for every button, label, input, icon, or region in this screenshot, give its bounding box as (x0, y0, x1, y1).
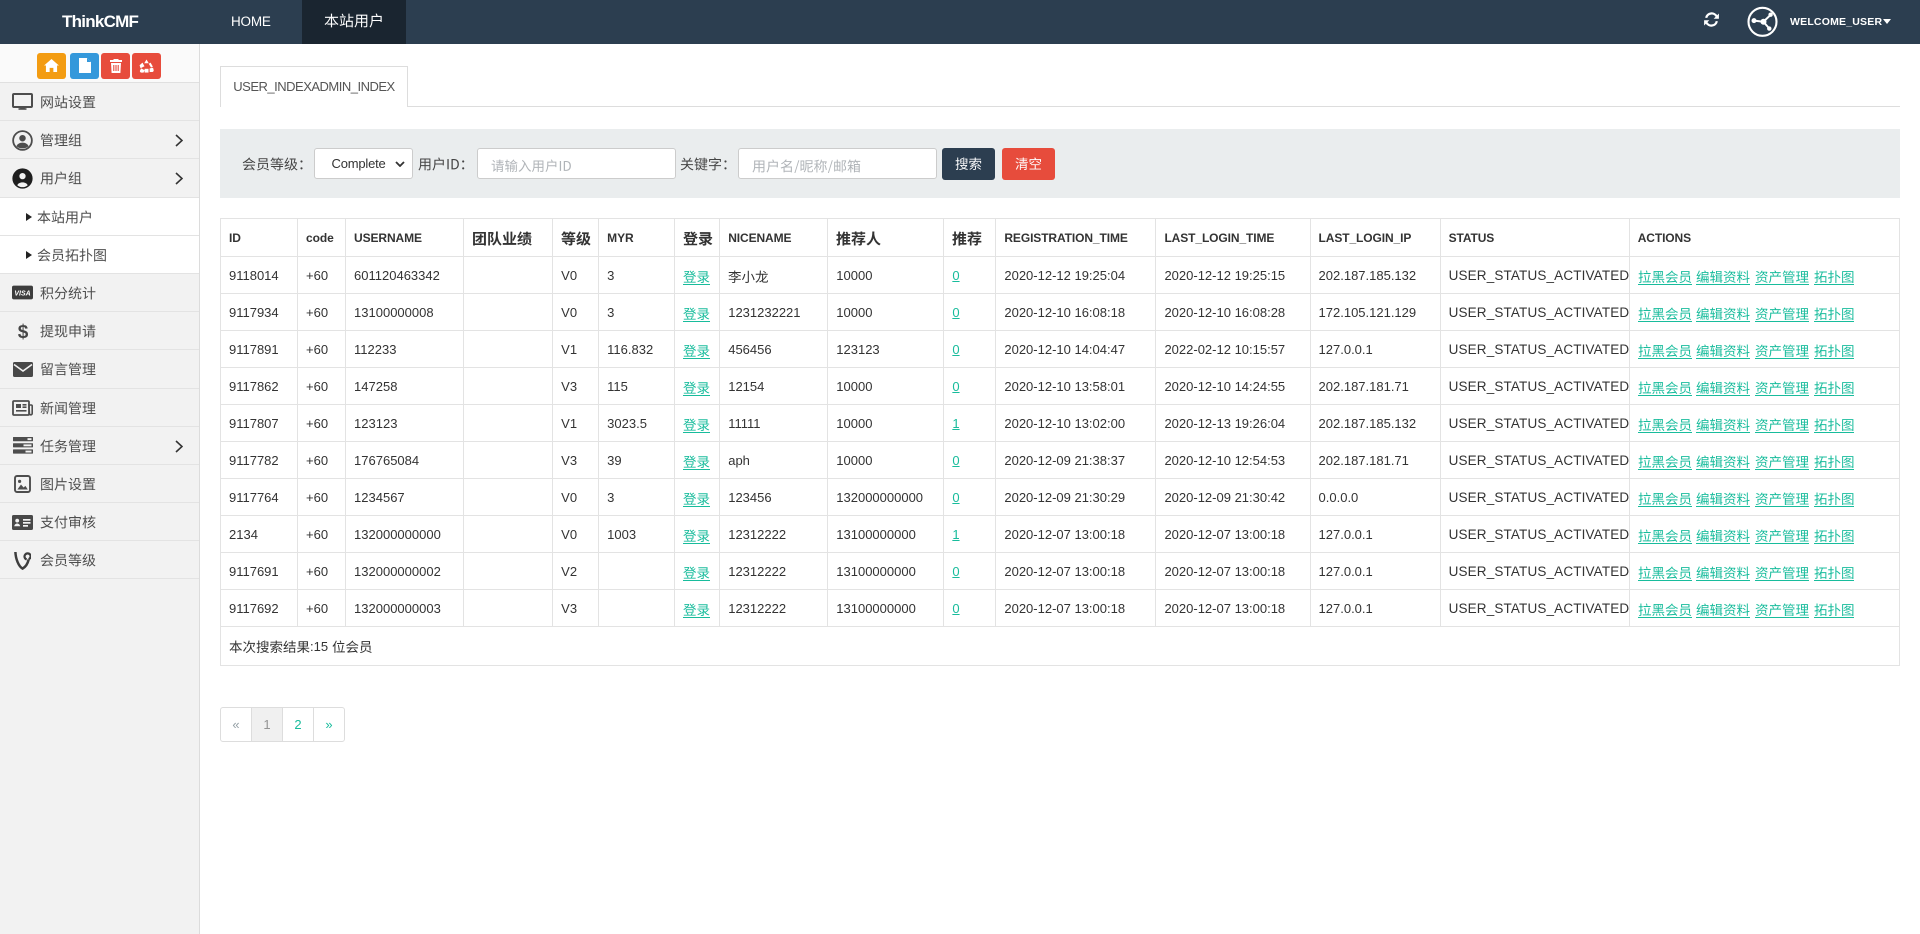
svg-text:VISA: VISA (14, 291, 30, 298)
svg-text:$: $ (17, 322, 28, 342)
